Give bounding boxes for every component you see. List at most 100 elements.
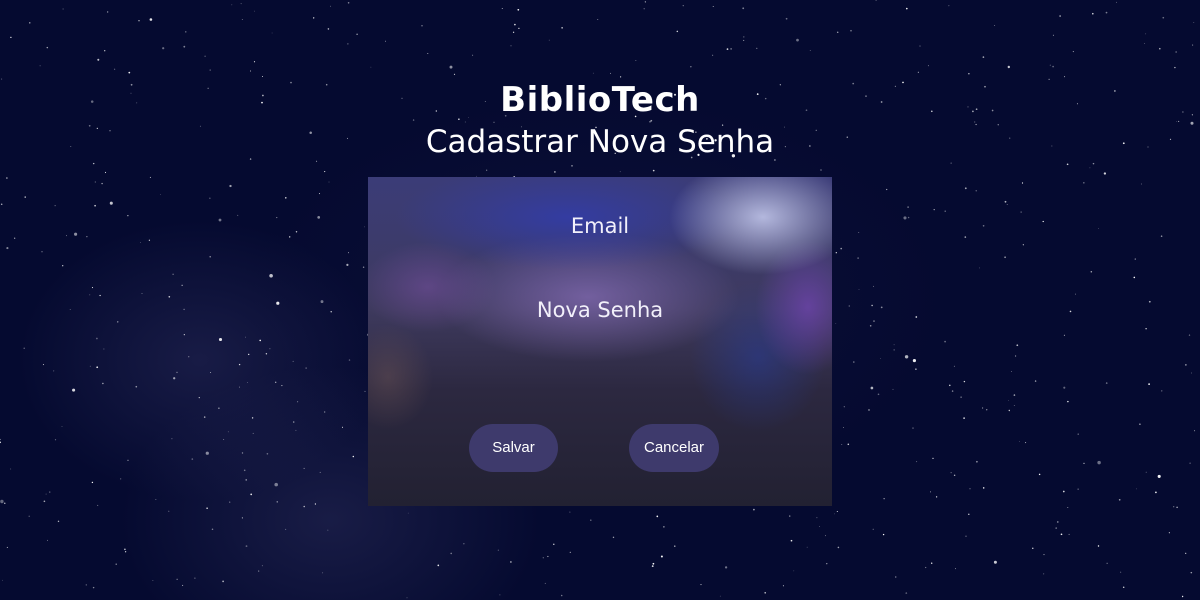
- star: [917, 71, 919, 73]
- star: [295, 231, 298, 233]
- star: [836, 510, 838, 513]
- star: [45, 493, 47, 495]
- star: [1097, 460, 1101, 465]
- star: [183, 308, 185, 311]
- star: [276, 301, 280, 305]
- star: [1043, 554, 1045, 556]
- star: [1008, 400, 1010, 401]
- star: [327, 28, 330, 30]
- star: [275, 381, 277, 383]
- star: [517, 8, 520, 11]
- star: [89, 294, 91, 296]
- star: [107, 11, 109, 13]
- cancel-button[interactable]: Cancelar: [629, 424, 719, 472]
- star: [1145, 33, 1147, 35]
- star: [544, 582, 546, 584]
- star: [690, 66, 692, 68]
- star: [994, 25, 996, 26]
- star: [1067, 506, 1069, 508]
- star: [1139, 423, 1141, 426]
- star: [176, 578, 178, 580]
- star: [43, 500, 46, 503]
- star: [99, 294, 101, 297]
- star: [1159, 47, 1161, 50]
- star: [74, 232, 78, 236]
- star: [1004, 200, 1007, 203]
- star: [906, 7, 908, 10]
- star: [848, 305, 850, 307]
- star: [1168, 532, 1170, 534]
- new-password-field[interactable]: Nova Senha: [368, 296, 832, 324]
- star: [933, 208, 935, 211]
- star: [103, 348, 105, 350]
- star: [1144, 43, 1145, 45]
- star: [1106, 562, 1108, 564]
- star: [72, 388, 76, 392]
- star: [330, 311, 332, 313]
- star: [553, 543, 555, 546]
- star: [1173, 506, 1175, 508]
- star: [250, 493, 253, 496]
- star: [858, 289, 860, 290]
- page-subtitle: Cadastrar Nova Senha: [425, 124, 775, 160]
- star: [10, 36, 12, 39]
- star: [289, 236, 291, 238]
- email-field[interactable]: Email: [368, 212, 832, 240]
- star: [319, 471, 321, 473]
- star: [128, 71, 131, 74]
- star: [790, 539, 793, 542]
- star: [94, 204, 96, 207]
- star: [209, 255, 211, 258]
- star: [109, 201, 113, 205]
- star: [835, 252, 837, 254]
- star: [91, 481, 94, 484]
- star: [141, 293, 143, 294]
- star: [548, 39, 550, 41]
- star: [1072, 51, 1074, 53]
- star: [1105, 11, 1108, 14]
- star: [209, 69, 211, 71]
- star: [1013, 394, 1016, 396]
- star: [29, 22, 31, 24]
- star: [292, 421, 295, 423]
- star: [41, 251, 43, 253]
- star: [873, 320, 875, 322]
- star: [873, 285, 874, 287]
- star: [259, 339, 262, 342]
- star: [953, 365, 955, 367]
- star: [194, 577, 196, 579]
- star: [1175, 51, 1177, 53]
- save-button[interactable]: Salvar: [469, 424, 558, 472]
- star: [726, 48, 729, 50]
- star: [152, 580, 154, 581]
- star: [249, 70, 252, 72]
- star: [453, 73, 456, 76]
- star: [882, 533, 885, 536]
- star: [1176, 506, 1178, 509]
- star: [94, 181, 96, 183]
- star: [285, 528, 287, 530]
- star: [1092, 12, 1094, 15]
- star: [127, 459, 129, 461]
- star: [305, 367, 307, 369]
- star: [663, 526, 665, 528]
- star: [10, 468, 12, 470]
- star: [276, 501, 278, 503]
- star: [1077, 488, 1079, 490]
- new-password-form: Email Nova Senha Salvar Cancelar: [368, 177, 832, 506]
- star: [89, 365, 91, 367]
- star: [241, 452, 244, 454]
- star: [1120, 571, 1122, 573]
- star: [656, 515, 659, 518]
- star: [320, 300, 324, 304]
- star: [203, 416, 206, 418]
- star: [49, 491, 51, 493]
- star: [674, 545, 676, 547]
- star: [96, 337, 98, 340]
- star: [160, 194, 161, 196]
- star: [652, 562, 655, 565]
- star: [883, 498, 885, 500]
- star: [676, 30, 679, 33]
- star: [825, 535, 826, 537]
- star: [364, 226, 365, 228]
